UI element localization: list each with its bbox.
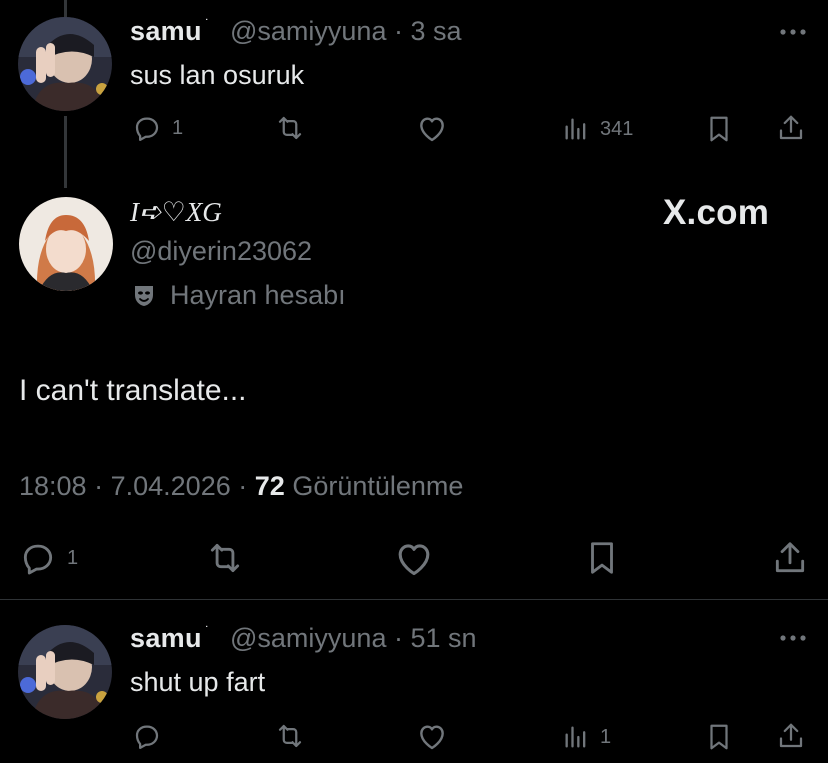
share-icon[interactable] bbox=[776, 721, 806, 751]
repost-button[interactable] bbox=[273, 721, 317, 751]
bookmark-icon[interactable] bbox=[706, 114, 732, 144]
divider bbox=[0, 599, 828, 600]
account-label-text: Hayran hesabı bbox=[170, 280, 346, 310]
post-time[interactable]: 51 sn bbox=[411, 623, 477, 653]
post-time[interactable]: 3 sa bbox=[411, 16, 462, 46]
author-handle[interactable]: @samiyyuna bbox=[230, 16, 386, 46]
reply-count: 1 bbox=[67, 546, 79, 569]
avatar[interactable] bbox=[18, 625, 112, 719]
views-chart-icon bbox=[565, 726, 586, 748]
repost-icon[interactable] bbox=[204, 539, 246, 577]
separator-dot: · bbox=[94, 471, 104, 501]
theater-mask-icon bbox=[135, 285, 153, 306]
separator-dot: · bbox=[238, 471, 248, 501]
repost-icon bbox=[278, 724, 302, 748]
post-meta: 18:08 · 7.04.2026 · 72 Görüntülenme bbox=[19, 471, 463, 502]
post-time[interactable]: 18:08 bbox=[19, 471, 87, 501]
handle-line: @samiyyuna · 51 sn bbox=[230, 623, 477, 654]
repost-icon bbox=[278, 116, 302, 140]
post-date[interactable]: 7.04.2026 bbox=[111, 471, 231, 501]
author-handle[interactable]: @samiyyuna bbox=[230, 623, 386, 653]
reply-button[interactable]: 1 bbox=[132, 113, 183, 143]
name-mark: ˙ bbox=[205, 16, 210, 32]
views-button[interactable]: 341 bbox=[562, 115, 633, 143]
avatar[interactable] bbox=[18, 17, 112, 111]
like-button[interactable] bbox=[416, 721, 458, 751]
reply-button[interactable]: 1 bbox=[19, 539, 78, 577]
handle-line: @samiyyuna · 3 sa bbox=[230, 16, 462, 47]
thread-line-connector bbox=[64, 116, 67, 188]
views-count: 72 bbox=[254, 471, 285, 501]
post-text: I can't translate... bbox=[19, 374, 247, 407]
author-name[interactable]: samu bbox=[130, 623, 202, 654]
author-handle[interactable]: @diyerin23062 bbox=[130, 236, 312, 267]
heart-icon bbox=[420, 117, 444, 142]
separator-dot: · bbox=[393, 623, 403, 653]
post-text: shut up fart bbox=[130, 667, 266, 697]
reply-icon bbox=[135, 117, 159, 141]
avatar[interactable] bbox=[19, 197, 113, 291]
brand-watermark: X.com bbox=[663, 193, 770, 232]
author-name[interactable]: I➪♡XG bbox=[130, 197, 222, 228]
author-name[interactable]: samu bbox=[130, 16, 202, 47]
reply-icon bbox=[23, 544, 53, 575]
post-text: sus lan osuruk bbox=[130, 60, 305, 90]
reply-count: 1 bbox=[172, 116, 184, 139]
reply-icon bbox=[135, 725, 159, 749]
views-label: Görüntülenme bbox=[292, 471, 464, 501]
more-icon[interactable] bbox=[778, 633, 808, 643]
bookmark-icon[interactable] bbox=[585, 539, 619, 577]
share-icon[interactable] bbox=[776, 113, 806, 143]
name-mark: ˙ bbox=[205, 623, 210, 639]
views-button[interactable]: 1 bbox=[562, 723, 611, 751]
bookmark-icon[interactable] bbox=[706, 722, 732, 752]
repost-button[interactable] bbox=[273, 113, 317, 143]
views-count: 341 bbox=[600, 117, 634, 140]
reply-button[interactable] bbox=[132, 721, 172, 751]
heart-icon[interactable] bbox=[393, 539, 435, 577]
share-icon[interactable] bbox=[771, 539, 809, 577]
more-icon[interactable] bbox=[778, 27, 808, 37]
heart-icon bbox=[420, 725, 444, 750]
views-chart-icon bbox=[565, 118, 586, 140]
like-button[interactable] bbox=[416, 113, 458, 143]
separator-dot: · bbox=[393, 16, 403, 46]
account-label[interactable]: Hayran hesabı bbox=[132, 280, 346, 311]
thread-line-top bbox=[64, 0, 67, 18]
views-count: 1 bbox=[600, 725, 612, 748]
